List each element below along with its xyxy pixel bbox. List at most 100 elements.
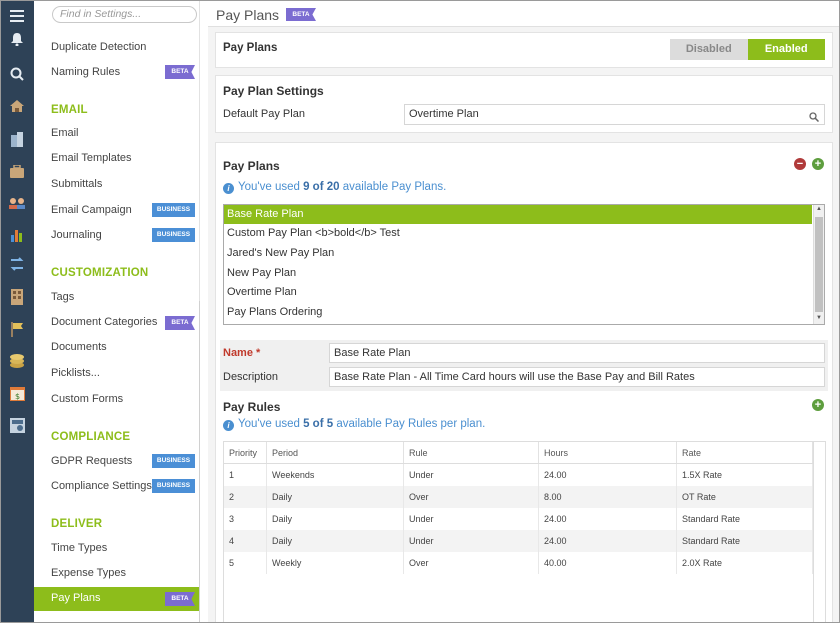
table-cell: 3	[224, 508, 267, 530]
settings-sidebar: Find in Settings... Duplicate Detection …	[34, 1, 200, 622]
usage-count: 9 of 20	[303, 181, 340, 193]
table-row[interactable]: 5 Weekly Over 40.00 2.0X Rate	[224, 552, 813, 574]
list-item[interactable]: Jared's New Pay Plan	[224, 244, 812, 263]
main-content: Pay Plans BETA Pay Plans Disabled Enable…	[208, 1, 839, 622]
list-item[interactable]: Custom Pay Plan <b>bold</b> Test	[224, 224, 812, 243]
sidebar-item-email[interactable]: Email	[51, 127, 79, 139]
sidebar-item-documents[interactable]: Documents	[51, 341, 107, 353]
sidebar-item-document-categories[interactable]: Document Categories	[51, 316, 157, 328]
settings-search-input[interactable]: Find in Settings...	[52, 6, 197, 23]
table-row[interactable]: 3 Daily Under 24.00 Standard Rate	[224, 508, 813, 530]
business-badge: BUSINESS	[152, 479, 195, 493]
usage-prefix: You've used	[238, 418, 300, 430]
scroll-down-icon[interactable]: ▼	[816, 315, 822, 321]
notifications-icon[interactable]	[7, 29, 27, 49]
pay-plans-list[interactable]: Base Rate Plan Custom Pay Plan <b>bold</…	[223, 204, 825, 325]
reports-icon[interactable]	[7, 225, 27, 245]
sidebar-item-email-campaign[interactable]: Email Campaign	[51, 204, 132, 216]
section-heading-compliance: COMPLIANCE	[51, 431, 131, 443]
sidebar-item-label: Naming Rules	[51, 66, 121, 78]
list-scrollbar[interactable]: ▲ ▼	[813, 205, 824, 324]
section-title: Pay Plan Settings	[223, 84, 324, 98]
sidebar-item-gdpr-requests[interactable]: GDPR Requests	[51, 455, 132, 467]
page-header: Pay Plans BETA	[208, 1, 839, 27]
business-badge: BUSINESS	[152, 228, 195, 242]
enabled-toggle[interactable]: Disabled Enabled	[670, 39, 825, 60]
table-cell: Under	[404, 508, 539, 530]
column-header[interactable]: Hours	[539, 442, 677, 464]
sidebar-item-tags[interactable]: Tags	[51, 291, 74, 303]
table-scrollbar[interactable]	[813, 442, 814, 622]
list-item[interactable]: Overtime Plan	[224, 283, 812, 302]
table-cell: Daily	[267, 530, 404, 552]
name-input[interactable]: Base Rate Plan	[329, 343, 825, 363]
table-cell: Standard Rate	[677, 530, 813, 552]
companies-icon[interactable]	[7, 129, 27, 149]
list-item[interactable]: New Pay Plan	[224, 264, 812, 283]
billing-calendar-icon[interactable]: $	[7, 383, 27, 403]
list-item[interactable]: Base Rate Plan	[224, 205, 812, 224]
flag-icon[interactable]	[7, 319, 27, 339]
column-header[interactable]: Priority	[224, 442, 267, 464]
table-cell: 1.5X Rate	[677, 464, 813, 486]
sidebar-scrollbar[interactable]	[199, 301, 200, 622]
table-cell: 8.00	[539, 486, 677, 508]
sidebar-item-time-types[interactable]: Time Types	[51, 542, 107, 554]
workflow-icon[interactable]	[7, 254, 27, 274]
contacts-icon[interactable]	[7, 193, 27, 213]
sidebar-item-expense-types[interactable]: Expense Types	[51, 567, 126, 579]
name-label: Name *	[223, 347, 260, 359]
sidebar-item-duplicate-detection[interactable]: Duplicate Detection	[51, 41, 146, 53]
column-header[interactable]: Period	[267, 442, 404, 464]
usage-count: 5 of 5	[303, 418, 334, 430]
section-heading-customization: CUSTOMIZATION	[51, 267, 149, 279]
jobs-icon[interactable]	[7, 161, 27, 181]
rules-usage-info: i You've used 5 of 5 available Pay Rules …	[223, 418, 485, 431]
search-icon[interactable]	[809, 110, 820, 129]
column-header[interactable]: Rule	[404, 442, 539, 464]
table-row[interactable]: 4 Daily Under 24.00 Standard Rate	[224, 530, 813, 552]
table-row[interactable]: 2 Daily Over 8.00 OT Rate	[224, 486, 813, 508]
enabled-option[interactable]: Enabled	[747, 39, 825, 60]
table-cell: 24.00	[539, 530, 677, 552]
table-cell: Daily	[267, 508, 404, 530]
remove-plan-icon[interactable]: −	[794, 158, 806, 170]
add-plan-icon[interactable]: +	[812, 158, 824, 170]
page-title: Pay Plans	[216, 7, 280, 23]
sidebar-item-journaling[interactable]: Journaling	[51, 229, 102, 241]
disabled-option[interactable]: Disabled	[670, 39, 748, 60]
sidebar-item-compliance-settings[interactable]: Compliance Settings	[51, 480, 152, 492]
menu-icon[interactable]	[7, 6, 27, 26]
add-rule-icon[interactable]: +	[812, 399, 824, 411]
table-cell: 2.0X Rate	[677, 552, 813, 574]
section-heading-email: EMAIL	[51, 104, 88, 116]
section-heading-deliver: DELIVER	[51, 518, 103, 530]
plans-usage-info: i You've used 9 of 20 available Pay Plans…	[223, 181, 446, 194]
sidebar-item-email-templates[interactable]: Email Templates	[51, 152, 132, 164]
table-row[interactable]: 1 Weekends Under 24.00 1.5X Rate	[224, 464, 813, 486]
usage-suffix: available Pay Rules per plan.	[336, 418, 486, 430]
column-header[interactable]: Rate	[677, 442, 813, 464]
svg-text:$: $	[15, 392, 20, 401]
buildings-icon[interactable]	[7, 287, 27, 307]
description-input[interactable]: Base Rate Plan - All Time Card hours wil…	[329, 367, 825, 387]
beta-badge: BETA	[165, 592, 195, 606]
list-item[interactable]: Pay Plans Ordering	[224, 303, 812, 322]
scroll-up-icon[interactable]: ▲	[816, 206, 822, 212]
home-icon[interactable]	[7, 96, 27, 116]
default-pay-plan-select[interactable]: Overtime Plan	[404, 104, 825, 125]
name-label-text: Name	[223, 347, 253, 359]
feature-label: Pay Plans	[223, 42, 278, 54]
admin-icon[interactable]	[7, 415, 27, 435]
default-pay-plan-label: Default Pay Plan	[223, 108, 305, 120]
coins-icon[interactable]	[7, 351, 27, 371]
scroll-thumb[interactable]	[815, 217, 823, 312]
info-icon: i	[223, 420, 234, 431]
section-title: Pay Rules	[223, 400, 281, 414]
sidebar-item-submittals[interactable]: Submittals	[51, 178, 102, 190]
table-cell: 40.00	[539, 552, 677, 574]
table-cell: Under	[404, 530, 539, 552]
search-icon[interactable]	[7, 64, 27, 84]
sidebar-item-picklists[interactable]: Picklists...	[51, 367, 100, 379]
sidebar-item-custom-forms[interactable]: Custom Forms	[51, 393, 123, 405]
